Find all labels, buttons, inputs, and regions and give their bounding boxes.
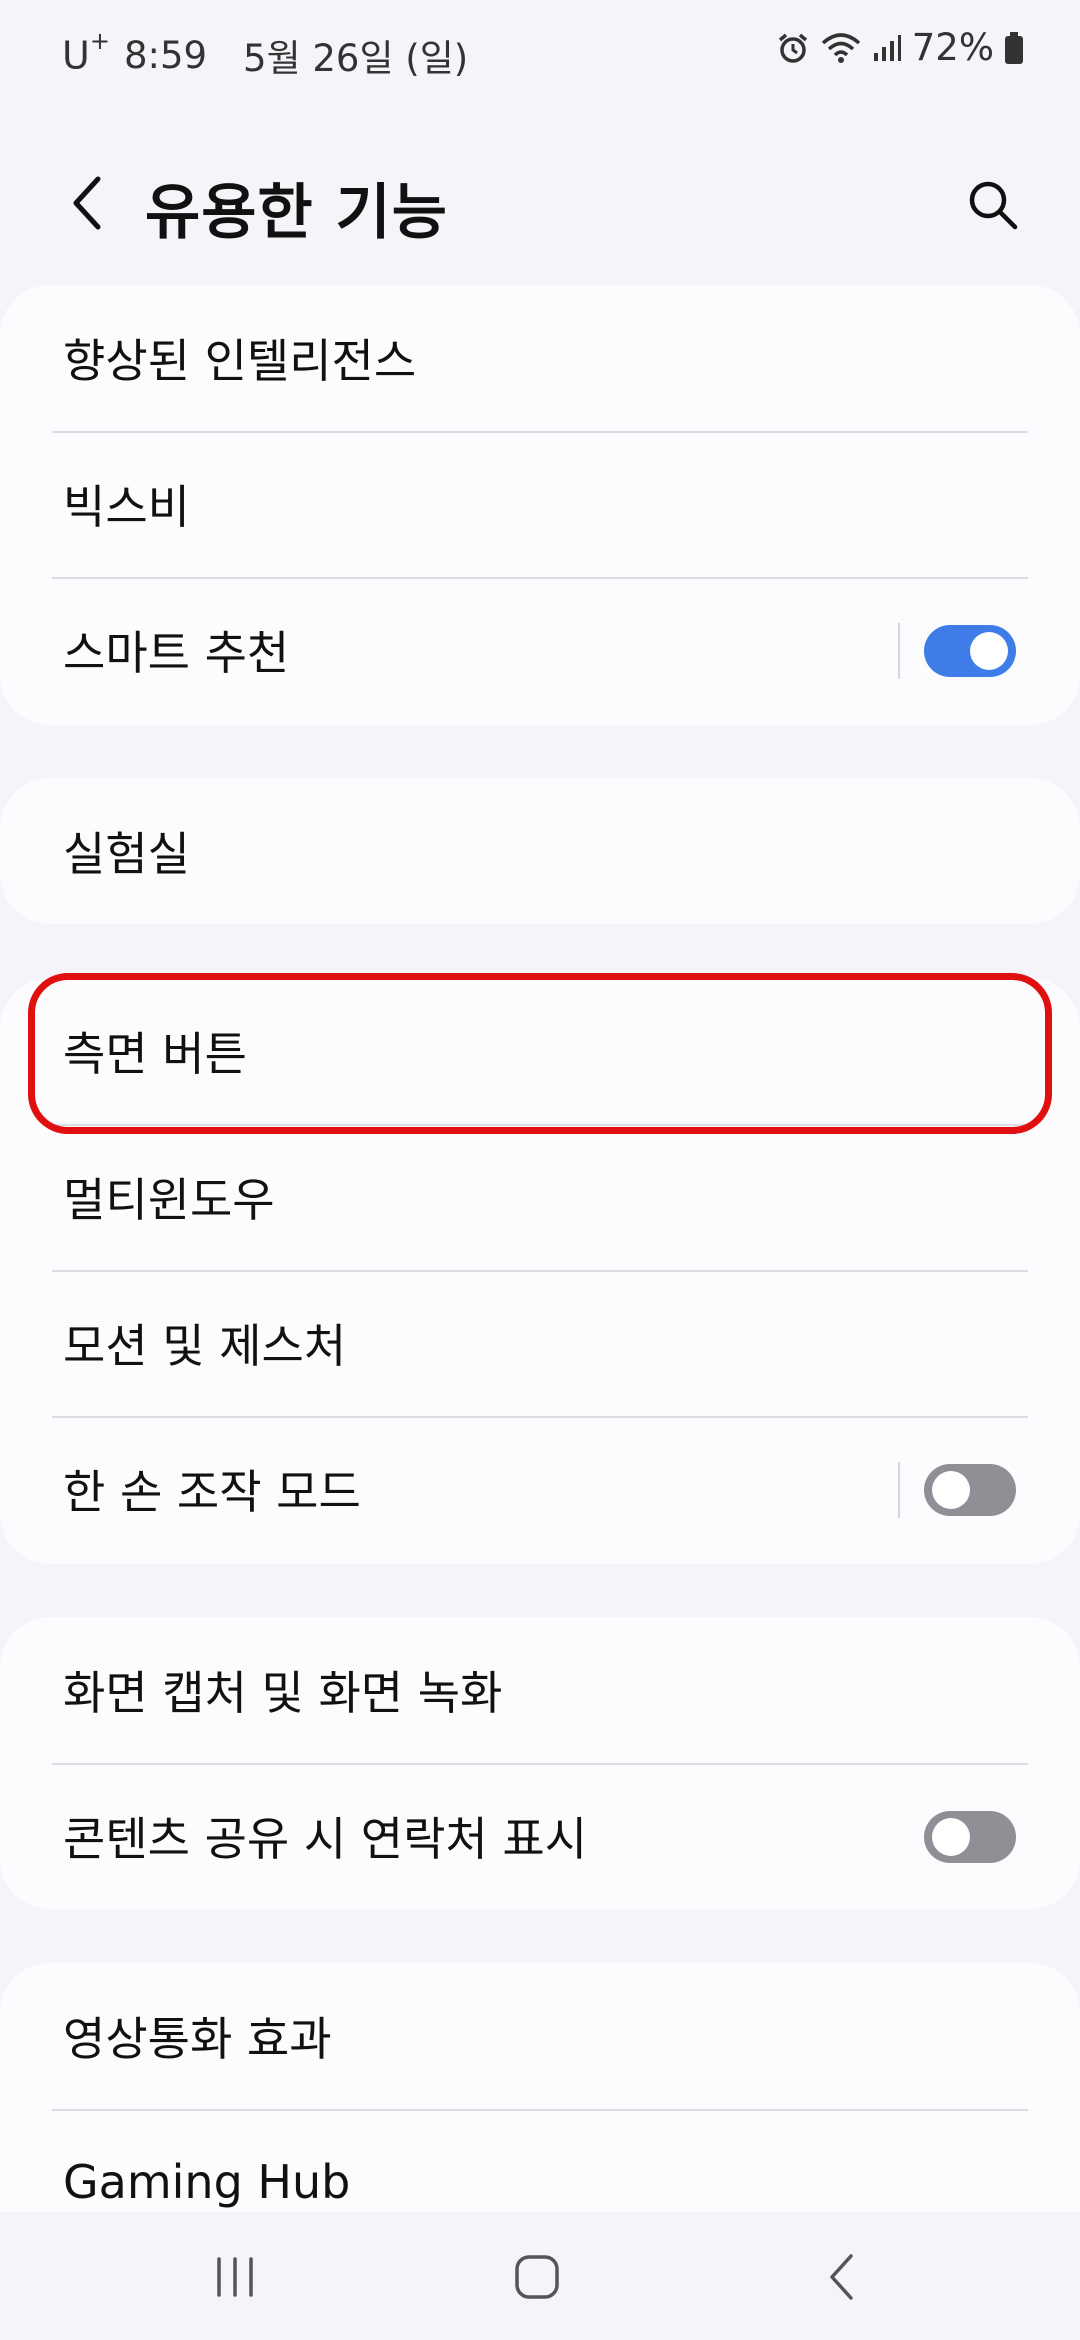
divider bbox=[898, 623, 900, 679]
smart-suggestions-toggle[interactable] bbox=[924, 625, 1016, 677]
system-nav-bar bbox=[0, 2212, 1080, 2340]
settings-group-1: 향상된 인텔리전스 빅스비 스마트 추천 bbox=[0, 285, 1080, 725]
settings-item-smart-suggestions[interactable]: 스마트 추천 bbox=[0, 577, 1080, 723]
one-handed-mode-toggle[interactable] bbox=[924, 1464, 1016, 1516]
settings-item-label: 실험실 bbox=[63, 827, 190, 881]
recent-apps-button[interactable] bbox=[190, 2242, 280, 2312]
alarm-icon bbox=[776, 31, 810, 65]
settings-group-3: 측면 버튼 멀티윈도우 모션 및 제스처 한 손 조작 모드 bbox=[0, 978, 1080, 1564]
toggle-knob bbox=[932, 1818, 970, 1856]
status-date: 5월 26일 (일) bbox=[243, 37, 469, 80]
settings-item-label: 측면 버튼 bbox=[63, 1027, 247, 1081]
settings-item-show-contacts-sharing[interactable]: 콘텐츠 공유 시 연락처 표시 bbox=[0, 1763, 1080, 1909]
chevron-left-icon bbox=[73, 176, 101, 230]
settings-item-label: 모션 및 제스처 bbox=[63, 1319, 347, 1373]
status-bar: U+ 8:59 5월 26일 (일) 72% bbox=[0, 0, 1080, 100]
wifi-icon bbox=[820, 31, 862, 65]
signal-icon bbox=[872, 33, 902, 63]
search-icon bbox=[969, 181, 1018, 230]
nav-back-button[interactable] bbox=[796, 2242, 886, 2312]
home-button[interactable] bbox=[492, 2242, 582, 2312]
page-title: 유용한 기능 bbox=[145, 178, 448, 248]
search-button[interactable] bbox=[958, 170, 1028, 240]
settings-item-label: 향상된 인텔리전스 bbox=[63, 334, 417, 388]
settings-item-enhanced-intelligence[interactable]: 향상된 인텔리전스 bbox=[0, 285, 1080, 431]
settings-item-video-call-effects[interactable]: 영상통화 효과 bbox=[0, 1963, 1080, 2109]
app-header: 유용한 기능 bbox=[0, 150, 1080, 260]
divider bbox=[898, 1462, 900, 1518]
settings-item-label: 멀티윈도우 bbox=[63, 1173, 275, 1227]
settings-group-2: 실험실 bbox=[0, 778, 1080, 924]
battery-percent: 72% bbox=[911, 26, 994, 69]
toggle-knob bbox=[932, 1471, 970, 1509]
home-icon bbox=[515, 2255, 559, 2299]
settings-item-one-handed-mode[interactable]: 한 손 조작 모드 bbox=[0, 1416, 1080, 1562]
settings-item-screenshots-recorder[interactable]: 화면 캡처 및 화면 녹화 bbox=[0, 1617, 1080, 1763]
battery-icon bbox=[1004, 31, 1024, 65]
settings-item-bixby[interactable]: 빅스비 bbox=[0, 431, 1080, 577]
status-time: 8:59 bbox=[123, 33, 208, 77]
settings-item-label: 영상통화 효과 bbox=[63, 2012, 332, 2066]
carrier-label: U+ bbox=[62, 26, 110, 78]
settings-item-side-button[interactable]: 측면 버튼 bbox=[0, 978, 1080, 1124]
back-icon bbox=[830, 2254, 853, 2300]
settings-item-multi-window[interactable]: 멀티윈도우 bbox=[0, 1124, 1080, 1270]
recent-apps-icon bbox=[217, 2257, 253, 2297]
settings-item-label: 빅스비 bbox=[63, 480, 190, 534]
settings-item-label: Gaming Hub bbox=[63, 2155, 351, 2209]
settings-group-4: 화면 캡처 및 화면 녹화 콘텐츠 공유 시 연락처 표시 bbox=[0, 1617, 1080, 1909]
settings-item-labs[interactable]: 실험실 bbox=[0, 778, 1080, 924]
back-button[interactable] bbox=[56, 168, 116, 238]
settings-item-label: 화면 캡처 및 화면 녹화 bbox=[63, 1666, 503, 1720]
settings-item-motions-gestures[interactable]: 모션 및 제스처 bbox=[0, 1270, 1080, 1416]
toggle-knob bbox=[970, 632, 1008, 670]
show-contacts-sharing-toggle[interactable] bbox=[924, 1811, 1016, 1863]
